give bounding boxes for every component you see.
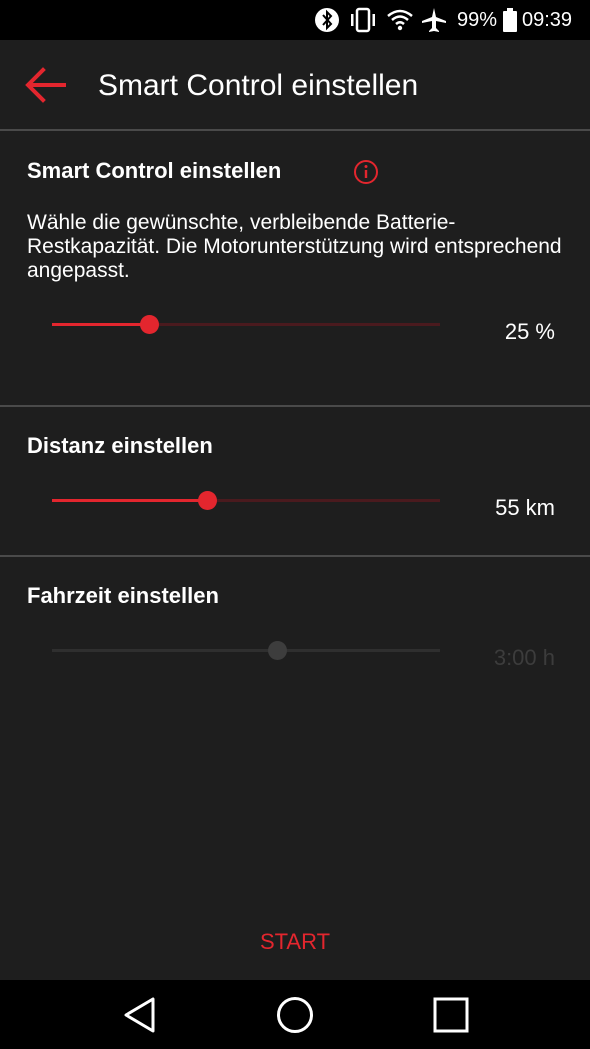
divider (0, 555, 590, 557)
distance-title: Distanz einstellen (27, 433, 213, 458)
clock: 09:39 (522, 9, 573, 31)
slider-fill (52, 499, 208, 502)
start-button[interactable]: START (195, 920, 395, 964)
slider-thumb[interactable] (197, 491, 217, 510)
divider (0, 129, 590, 131)
divider (0, 405, 590, 407)
back-triangle-icon[interactable] (119, 994, 161, 1036)
vibrate-icon (351, 7, 375, 33)
arrow-left-icon[interactable] (22, 64, 68, 106)
ride-time-slider (52, 637, 440, 665)
wifi-icon (387, 9, 413, 31)
info-icon[interactable] (353, 159, 379, 185)
airplane-icon (422, 8, 446, 32)
navigation-bar (0, 980, 590, 1049)
ride-time-title: Fahrzeit einstellen (27, 583, 219, 608)
app-bar: Smart Control einstellen (0, 40, 590, 130)
smart-control-value: 25 % (504, 319, 555, 344)
ride-time-value: 3:00 h (493, 645, 555, 670)
slider-fill (52, 323, 149, 326)
battery-icon (503, 8, 517, 32)
page-title: Smart Control einstellen (98, 69, 419, 102)
slider-fill (52, 649, 278, 652)
distance-value: 55 km (495, 495, 555, 520)
status-bar: 99% 09:39 (0, 0, 590, 40)
distance-slider[interactable] (52, 487, 440, 515)
smart-control-slider[interactable] (52, 311, 440, 339)
home-circle-icon[interactable] (274, 994, 316, 1036)
recents-square-icon[interactable] (430, 994, 472, 1036)
slider-thumb (267, 641, 287, 660)
bluetooth-icon (315, 8, 339, 32)
battery-percent: 99% (457, 9, 498, 31)
smart-control-title: Smart Control einstellen (27, 158, 282, 183)
slider-thumb[interactable] (139, 315, 159, 334)
smart-control-description: Wähle die gewünschte, verbleibende Batte… (27, 211, 562, 282)
